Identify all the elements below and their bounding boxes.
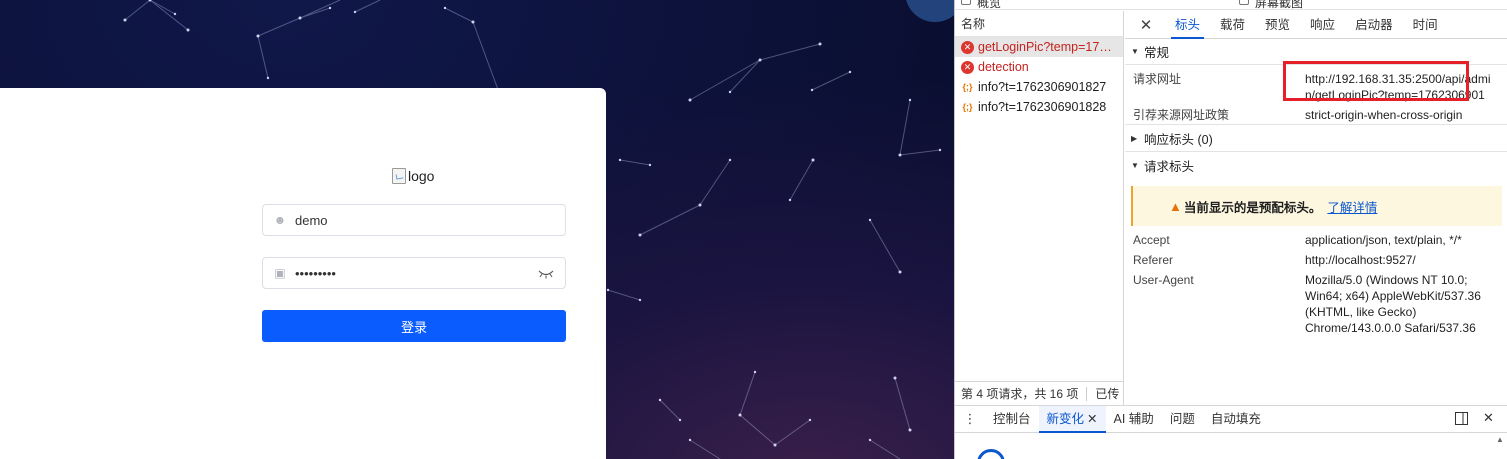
overview-checkbox[interactable] bbox=[961, 0, 971, 5]
header-row: Accept application/json, text/plain, */* bbox=[1125, 232, 1507, 252]
close-icon[interactable]: ✕ bbox=[1139, 16, 1153, 34]
header-value[interactable]: Mozilla/5.0 (Windows NT 10.0; Win64; x64… bbox=[1305, 272, 1490, 336]
request-url-key: 请求网址 bbox=[1133, 72, 1182, 86]
tab-preview[interactable]: 预览 bbox=[1255, 11, 1300, 39]
logo-alt-text: logo bbox=[408, 168, 435, 184]
username-field[interactable]: ☻ demo bbox=[262, 204, 566, 236]
devtools-panel: 概览 屏幕截图 名称 ✕ getLoginPic?temp=17… ✕ dete… bbox=[954, 0, 1507, 459]
username-value[interactable]: demo bbox=[295, 213, 555, 228]
divider bbox=[1086, 386, 1088, 401]
tab-headers[interactable]: 标头 bbox=[1165, 11, 1210, 39]
json-icon: {;} bbox=[962, 102, 973, 112]
expanded-triangle-icon: ▼ bbox=[1131, 160, 1139, 170]
header-row: Referer http://localhost:9527/ bbox=[1125, 252, 1507, 272]
tab-whats-new-label: 新变化 bbox=[1046, 411, 1085, 426]
tab-response[interactable]: 响应 bbox=[1300, 11, 1345, 39]
more-options-icon[interactable]: ⋮ bbox=[955, 411, 985, 427]
broken-image-icon bbox=[392, 168, 406, 184]
transferred-label: 已传 bbox=[1095, 387, 1120, 401]
header-value[interactable]: http://localhost:9527/ bbox=[1305, 252, 1500, 272]
request-row[interactable]: {;} info?t=1762306901828 bbox=[955, 97, 1123, 117]
detail-tabs: ✕ 标头 载荷 预览 响应 启动器 时间 bbox=[1125, 11, 1507, 39]
devtools-options-strip: 概览 屏幕截图 bbox=[955, 0, 1507, 10]
expanded-triangle-icon: ▼ bbox=[1131, 47, 1139, 56]
header-row: User-Agent Mozilla/5.0 (Windows NT 10.0;… bbox=[1125, 272, 1507, 336]
request-header-rows: Accept application/json, text/plain, */*… bbox=[1125, 232, 1507, 336]
tab-console[interactable]: 控制台 bbox=[985, 406, 1039, 433]
request-name: getLoginPic?temp=17… bbox=[978, 40, 1112, 54]
request-detail: ✕ 标头 载荷 预览 响应 启动器 时间 ▼ 常规 请求网址 http://19… bbox=[1125, 11, 1507, 405]
request-row[interactable]: {;} info?t=1762306901827 bbox=[955, 77, 1123, 97]
close-tab-icon[interactable]: ✕ bbox=[1087, 412, 1097, 426]
close-drawer-icon[interactable]: ✕ bbox=[1483, 410, 1494, 426]
request-headers-section-header[interactable]: ▼ 请求标头 bbox=[1125, 152, 1507, 178]
tab-issues[interactable]: 问题 bbox=[1162, 406, 1203, 433]
header-key: User-Agent bbox=[1133, 273, 1194, 287]
screenshot-label: 屏幕截图 bbox=[1255, 0, 1304, 10]
warning-text: 当前显示的是预配标头。 bbox=[1183, 200, 1322, 215]
collapsed-triangle-icon: ▶ bbox=[1131, 133, 1138, 143]
request-name: detection bbox=[978, 60, 1029, 74]
referrer-policy-value[interactable]: strict-origin-when-cross-origin bbox=[1305, 107, 1500, 123]
tab-payload[interactable]: 载荷 bbox=[1210, 11, 1255, 39]
login-button[interactable]: 登录 bbox=[262, 310, 566, 342]
highlight-annotation-box bbox=[1283, 61, 1469, 101]
user-icon: ☻ bbox=[273, 213, 287, 227]
request-count: 第 4 项请求，共 16 项 bbox=[961, 387, 1079, 401]
header-key: Referer bbox=[1133, 253, 1174, 267]
referrer-policy-key: 引荐来源网址政策 bbox=[1133, 108, 1230, 122]
login-page: logo ☻ demo ▣ ••••••••• 登录 bbox=[0, 0, 954, 459]
tab-timing[interactable]: 时间 bbox=[1403, 11, 1448, 39]
name-column-header[interactable]: 名称 bbox=[955, 11, 1123, 37]
general-title: 常规 bbox=[1144, 46, 1170, 60]
request-name: info?t=1762306901828 bbox=[978, 100, 1107, 114]
tab-ai-assistance[interactable]: AI 辅助 bbox=[1106, 406, 1162, 433]
loading-circle-icon bbox=[977, 449, 1005, 459]
tab-autofill[interactable]: 自动填充 bbox=[1203, 406, 1269, 433]
lock-icon: ▣ bbox=[274, 266, 286, 280]
logo-image: logo bbox=[392, 168, 434, 184]
request-name: info?t=1762306901827 bbox=[978, 80, 1107, 94]
error-icon: ✕ bbox=[961, 40, 974, 54]
drawer-tabs: ⋮ 控制台 新变化 ✕ AI 辅助 问题 自动填充 ✕ bbox=[955, 405, 1507, 433]
password-value[interactable]: ••••••••• bbox=[295, 266, 537, 281]
json-icon: {;} bbox=[962, 82, 973, 92]
tab-initiator[interactable]: 启动器 bbox=[1345, 11, 1403, 39]
login-card: logo ☻ demo ▣ ••••••••• 登录 bbox=[0, 88, 606, 459]
request-row[interactable]: ✕ detection bbox=[955, 57, 1123, 77]
screenshot-checkbox[interactable] bbox=[1239, 0, 1249, 5]
response-headers-title: 响应标头 (0) bbox=[1144, 132, 1213, 147]
overview-label: 概览 bbox=[977, 0, 1002, 10]
header-key: Accept bbox=[1133, 233, 1170, 247]
scrollbar-up-icon[interactable]: ▲ bbox=[1494, 435, 1506, 459]
request-list: 名称 ✕ getLoginPic?temp=17… ✕ detection {;… bbox=[955, 11, 1124, 405]
request-summary: 第 4 项请求，共 16 项 已传 bbox=[955, 381, 1124, 405]
eye-closed-icon[interactable] bbox=[537, 268, 555, 279]
response-headers-section-header[interactable]: ▶ 响应标头 (0) bbox=[1125, 125, 1507, 152]
password-field[interactable]: ▣ ••••••••• bbox=[262, 257, 566, 289]
devtools-drawer: ⋮ 控制台 新变化 ✕ AI 辅助 问题 自动填充 ✕ ▲ bbox=[955, 405, 1507, 459]
drawer-content: ▲ bbox=[955, 433, 1507, 459]
learn-more-link[interactable]: 了解详情 bbox=[1327, 197, 1377, 216]
provisional-headers-warning: ▲ 当前显示的是预配标头。 了解详情 bbox=[1131, 186, 1502, 226]
request-row[interactable]: ✕ getLoginPic?temp=17… bbox=[955, 37, 1123, 57]
tab-whats-new[interactable]: 新变化 ✕ bbox=[1038, 405, 1106, 433]
header-value[interactable]: application/json, text/plain, */* bbox=[1305, 232, 1500, 252]
dock-side-icon[interactable] bbox=[1455, 412, 1468, 428]
error-icon: ✕ bbox=[961, 60, 974, 74]
referrer-policy-row: 引荐来源网址政策 strict-origin-when-cross-origin bbox=[1125, 107, 1507, 123]
warning-icon: ▲ bbox=[1169, 198, 1182, 214]
request-headers-title: 请求标头 bbox=[1144, 159, 1195, 174]
